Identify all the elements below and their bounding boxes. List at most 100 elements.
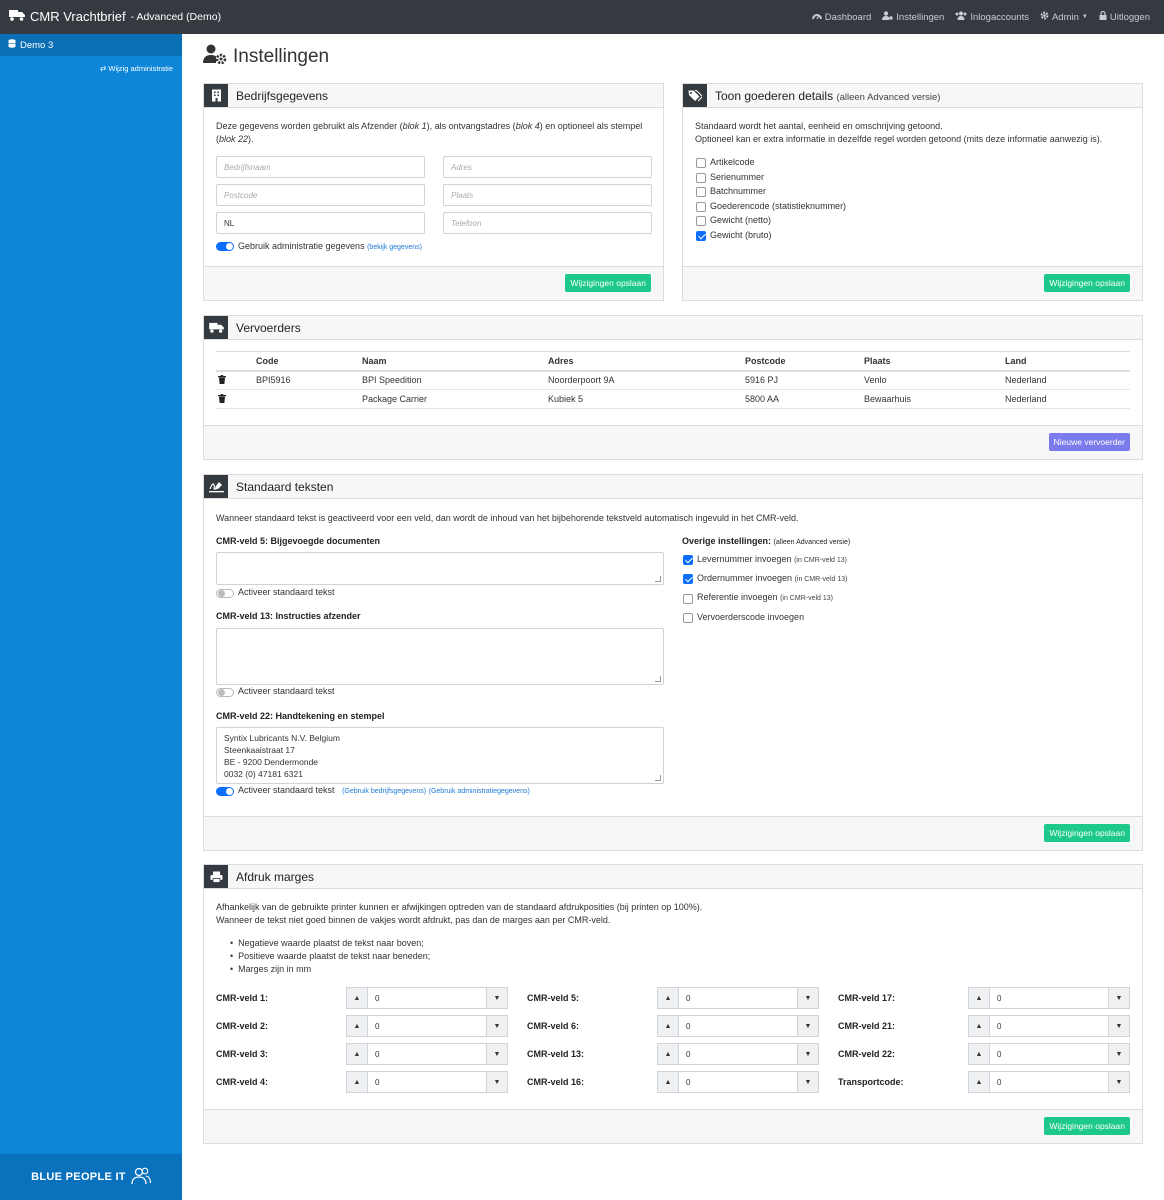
- checkbox-label: Batchnummer: [710, 186, 767, 196]
- city-input[interactable]: Plaats: [443, 184, 652, 206]
- switch-administration-link[interactable]: ⇄ Wijzig administratie: [100, 64, 173, 73]
- decrement-button[interactable]: ▼: [486, 1015, 508, 1037]
- nav-admin[interactable]: Admin ▼: [1040, 11, 1088, 23]
- field5-textarea[interactable]: [216, 552, 664, 585]
- margin-stepper-veld6[interactable]: ▲ 0 ▼: [657, 1015, 819, 1037]
- nav-uitloggen[interactable]: Uitloggen: [1099, 10, 1150, 23]
- checkbox-batchnummer[interactable]: [696, 187, 706, 197]
- decrement-button[interactable]: ▼: [1108, 1043, 1130, 1065]
- table-row[interactable]: BPI5916 BPI Speedition Noorderpoort 9A 5…: [216, 370, 1130, 390]
- increment-button[interactable]: ▲: [657, 1071, 679, 1093]
- save-company-button[interactable]: Wijzigingen opslaan: [565, 274, 651, 292]
- decrement-button[interactable]: ▼: [486, 987, 508, 1009]
- postcode-input[interactable]: Postcode: [216, 184, 425, 206]
- margin-stepper-veld22[interactable]: ▲ 0 ▼: [968, 1043, 1130, 1065]
- field22-textarea[interactable]: Syntix Lubricants N.V. Belgium Steenkaai…: [216, 727, 664, 784]
- checkbox-gewicht-netto[interactable]: [696, 216, 706, 226]
- decrement-button[interactable]: ▼: [486, 1071, 508, 1093]
- margin-value[interactable]: 0: [679, 1015, 797, 1037]
- country-input[interactable]: NL: [216, 212, 425, 234]
- margin-value[interactable]: 0: [368, 987, 486, 1009]
- checkbox-artikelcode[interactable]: [696, 158, 706, 168]
- save-goods-button[interactable]: Wijzigingen opslaan: [1044, 274, 1130, 292]
- margin-stepper-veld1[interactable]: ▲ 0 ▼: [346, 987, 508, 1009]
- column-header: Land: [1003, 351, 1130, 372]
- sidebar-item-active[interactable]: Demo 3: [0, 34, 182, 56]
- checkbox-serienummer[interactable]: [696, 173, 706, 183]
- card-title: Standaard teksten: [236, 479, 334, 494]
- checkbox-gewicht-bruto[interactable]: [696, 231, 706, 241]
- margin-stepper-veld3[interactable]: ▲ 0 ▼: [346, 1043, 508, 1065]
- table-row[interactable]: Package Carrier Kubiek 5 5800 AA Bewaarh…: [216, 389, 1130, 409]
- margin-value[interactable]: 0: [990, 987, 1108, 1009]
- nav-instellingen[interactable]: Instellingen: [882, 11, 944, 23]
- app-brand[interactable]: CMR Vrachtbrief - Advanced (Demo): [9, 9, 221, 24]
- decrement-button[interactable]: ▼: [1108, 1071, 1130, 1093]
- margin-value[interactable]: 0: [679, 987, 797, 1009]
- table-header-row: Code Naam Adres Postcode Plaats Land: [216, 351, 1130, 372]
- decrement-button[interactable]: ▼: [797, 1015, 819, 1037]
- decrement-button[interactable]: ▼: [797, 1071, 819, 1093]
- margin-stepper-transportcode[interactable]: ▲ 0 ▼: [968, 1071, 1130, 1093]
- margin-stepper-veld16[interactable]: ▲ 0 ▼: [657, 1071, 819, 1093]
- increment-button[interactable]: ▲: [346, 987, 368, 1009]
- field22-activate-label: Activeer standaard tekst (Gebruik bedrij…: [238, 785, 530, 795]
- decrement-button[interactable]: ▼: [1108, 987, 1130, 1009]
- increment-button[interactable]: ▲: [968, 1015, 990, 1037]
- increment-button[interactable]: ▲: [657, 1015, 679, 1037]
- people-icon: [131, 1167, 151, 1188]
- increment-button[interactable]: ▲: [346, 1015, 368, 1037]
- save-texts-button[interactable]: Wijzigingen opslaan: [1044, 824, 1130, 842]
- checkbox-vervoerderscode[interactable]: [683, 613, 693, 623]
- increment-button[interactable]: ▲: [968, 1043, 990, 1065]
- new-carrier-button[interactable]: Nieuwe vervoerder: [1048, 433, 1130, 451]
- increment-button[interactable]: ▲: [346, 1071, 368, 1093]
- use-admin-data-toggle[interactable]: [216, 242, 234, 251]
- margin-value[interactable]: 0: [990, 1071, 1108, 1093]
- margin-value[interactable]: 0: [679, 1071, 797, 1093]
- field13-textarea[interactable]: [216, 628, 664, 685]
- address-input[interactable]: Adres: [443, 156, 652, 178]
- delete-carrier-button[interactable]: [216, 370, 254, 390]
- margin-value[interactable]: 0: [368, 1043, 486, 1065]
- margin-stepper-veld17[interactable]: ▲ 0 ▼: [968, 987, 1130, 1009]
- nav-dashboard[interactable]: Dashboard: [811, 11, 871, 23]
- increment-button[interactable]: ▲: [346, 1043, 368, 1065]
- margin-stepper-veld2[interactable]: ▲ 0 ▼: [346, 1015, 508, 1037]
- checkbox-levernummer[interactable]: [683, 555, 693, 565]
- use-admin-data-link[interactable]: (Gebruik administratiegegevens): [429, 788, 530, 795]
- margin-value[interactable]: 0: [368, 1071, 486, 1093]
- checkbox-goederencode[interactable]: [696, 202, 706, 212]
- decrement-button[interactable]: ▼: [1108, 1015, 1130, 1037]
- margin-value[interactable]: 0: [990, 1015, 1108, 1037]
- margin-value[interactable]: 0: [679, 1043, 797, 1065]
- increment-button[interactable]: ▲: [657, 987, 679, 1009]
- company-name-input[interactable]: Bedrijfsnaam: [216, 156, 425, 178]
- margin-value[interactable]: 0: [368, 1015, 486, 1037]
- use-company-data-link[interactable]: (Gebruik bedrijfsgegevens): [342, 788, 426, 795]
- margin-value[interactable]: 0: [990, 1043, 1108, 1065]
- field5-activate-toggle[interactable]: [216, 589, 234, 598]
- increment-button[interactable]: ▲: [968, 987, 990, 1009]
- margin-stepper-veld4[interactable]: ▲ 0 ▼: [346, 1071, 508, 1093]
- increment-button[interactable]: ▲: [657, 1043, 679, 1065]
- field22-activate-toggle[interactable]: [216, 787, 234, 796]
- delete-carrier-button[interactable]: [216, 389, 254, 409]
- decrement-button[interactable]: ▼: [486, 1043, 508, 1065]
- field5-label: CMR-veld 5: Bijgevoegde documenten: [216, 536, 381, 546]
- phone-input[interactable]: Telefoon: [443, 212, 652, 234]
- view-data-link[interactable]: (bekijk gegevens): [367, 244, 422, 251]
- footer-brand-text: BLUE PEOPLE IT: [31, 1171, 126, 1183]
- margin-stepper-veld5[interactable]: ▲ 0 ▼: [657, 987, 819, 1009]
- decrement-button[interactable]: ▼: [797, 1043, 819, 1065]
- checkbox-ordernummer[interactable]: [683, 574, 693, 584]
- print-margins-card: Afdruk marges Afhankelijk van de gebruik…: [203, 864, 1143, 1144]
- decrement-button[interactable]: ▼: [797, 987, 819, 1009]
- save-margins-button[interactable]: Wijzigingen opslaan: [1044, 1117, 1130, 1135]
- margin-stepper-veld13[interactable]: ▲ 0 ▼: [657, 1043, 819, 1065]
- checkbox-referentie[interactable]: [683, 594, 693, 604]
- field13-activate-toggle[interactable]: [216, 688, 234, 697]
- increment-button[interactable]: ▲: [968, 1071, 990, 1093]
- nav-inlogaccounts[interactable]: Inlogaccounts: [955, 11, 1029, 23]
- margin-stepper-veld21[interactable]: ▲ 0 ▼: [968, 1015, 1130, 1037]
